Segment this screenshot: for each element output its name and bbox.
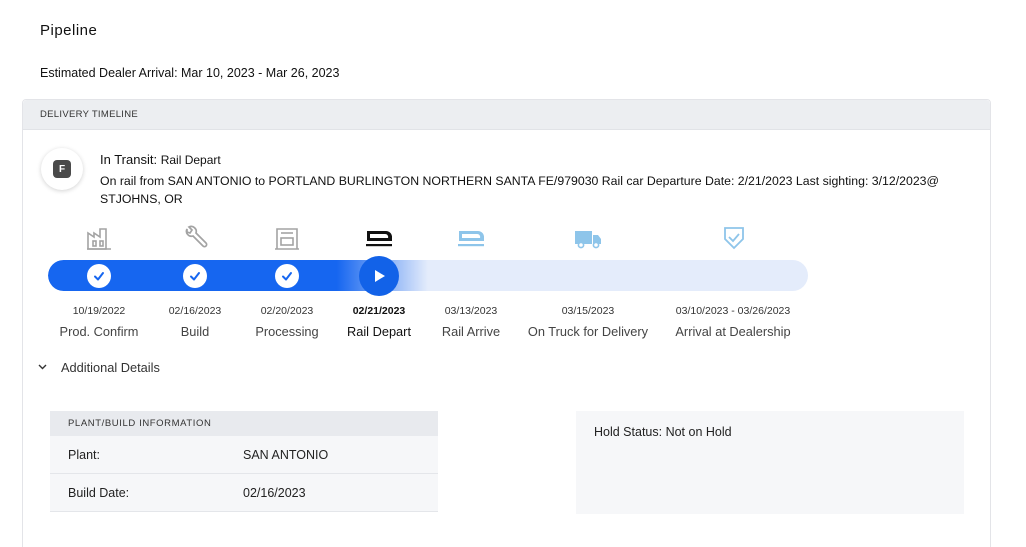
plant-row: Plant: SAN ANTONIO	[50, 436, 438, 474]
factory-icon	[84, 224, 114, 252]
status-badge: F	[41, 148, 83, 190]
status-badge-letter: F	[53, 160, 71, 178]
status-main: In Transit:	[100, 152, 158, 167]
plant-build-header: PLANT/BUILD INFORMATION	[50, 411, 438, 436]
plant-build-panel: PLANT/BUILD INFORMATION Plant: SAN ANTON…	[50, 411, 438, 512]
additional-details-toggle[interactable]: Additional Details	[35, 360, 160, 375]
build-date-value: 02/16/2023	[243, 485, 306, 500]
status-sub: Rail Depart	[160, 153, 221, 167]
status-description: On rail from SAN ANTONIO to PORTLAND BUR…	[100, 174, 939, 206]
build-date-row: Build Date: 02/16/2023	[50, 474, 438, 512]
hold-status-text: Hold Status: Not on Hold	[594, 425, 732, 439]
wrench-icon	[180, 224, 210, 252]
truck-icon	[573, 224, 603, 252]
page-title: Pipeline	[40, 22, 98, 39]
build-date-key: Build Date:	[68, 485, 130, 500]
stage-icon-row	[23, 224, 992, 254]
stage-check-icon	[275, 264, 299, 288]
plant-key: Plant:	[68, 447, 100, 462]
chevron-down-icon	[35, 362, 49, 373]
stage-date-on-truck: 03/15/2023	[561, 305, 615, 317]
progress-track	[48, 260, 808, 291]
timeline-header: DELIVERY TIMELINE	[23, 100, 990, 130]
status-line: In Transit: Rail Depart	[100, 152, 221, 167]
additional-details-label: Additional Details	[61, 360, 160, 375]
stage-label-on-truck: On Truck for Delivery	[527, 324, 649, 339]
plant-value: SAN ANTONIO	[243, 447, 329, 462]
stage-check-icon	[183, 264, 207, 288]
rail-arrive-icon	[456, 224, 486, 252]
stage-date-arrival: 03/10/2023 - 03/26/2023	[675, 305, 791, 317]
current-stage-play-icon	[359, 256, 399, 296]
shield-check-icon	[719, 224, 749, 252]
stage-label-arrival: Arrival at Dealership	[675, 324, 791, 339]
delivery-timeline-card: DELIVERY TIMELINE F In Transit: Rail Dep…	[22, 99, 991, 547]
stage-check-icon	[87, 264, 111, 288]
rail-icon	[364, 224, 394, 252]
hold-status-panel: Hold Status: Not on Hold	[576, 411, 964, 514]
estimated-arrival: Estimated Dealer Arrival: Mar 10, 2023 -…	[40, 66, 340, 80]
processing-icon	[272, 224, 302, 252]
